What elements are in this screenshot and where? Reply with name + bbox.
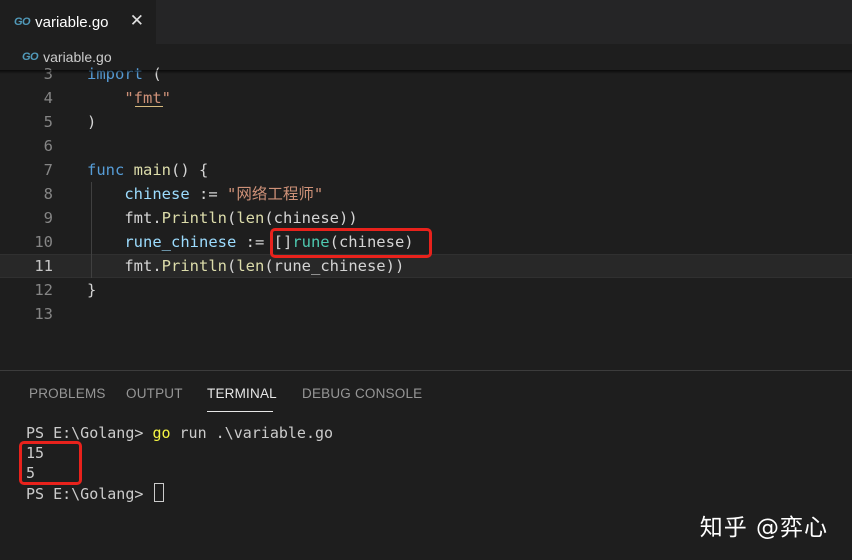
code-line[interactable]: 5) (0, 110, 852, 134)
code-line[interactable]: 9 fmt.Println(len(chinese)) (0, 206, 852, 230)
editor-tab-bar: GO variable.go ✕ (0, 0, 852, 44)
terminal-args: run .\variable.go (170, 424, 334, 442)
line-number: 13 (34, 305, 53, 323)
line-number: 12 (34, 281, 53, 299)
code-text: } (87, 281, 97, 299)
terminal-cursor (154, 483, 165, 502)
tab-label: variable.go (35, 13, 109, 31)
active-tab-indicator (207, 411, 273, 412)
line-number: 8 (43, 185, 53, 203)
terminal-command: go (152, 424, 171, 442)
code-text: ) (87, 113, 97, 131)
line-number: 4 (43, 89, 53, 107)
breadcrumb-shadow (0, 70, 852, 74)
output-highlight-box (19, 441, 82, 485)
code-line[interactable]: 4 "fmt" (0, 86, 852, 110)
tab-problems[interactable]: PROBLEMS (29, 386, 106, 401)
indent-guide (91, 182, 92, 278)
code-line[interactable]: 13 (0, 302, 852, 326)
line-number: 6 (43, 137, 53, 155)
go-file-icon: GO (14, 16, 31, 28)
code-line[interactable]: 3 import ( (0, 62, 852, 86)
terminal-prompt: PS E:\Golang> (26, 424, 153, 442)
tab-variable-go[interactable]: GO variable.go ✕ (0, 0, 156, 44)
code-line[interactable]: 12} (0, 278, 852, 302)
terminal-line-prompt[interactable]: PS E:\Golang> (26, 483, 165, 504)
code-line[interactable]: 7 func main() { (0, 158, 852, 182)
code-text: import ( (87, 65, 162, 83)
line-number: 11 (34, 257, 53, 275)
code-editor[interactable]: 3 import (4 "fmt" 5) 6 7 func main() {8 chine… (0, 62, 852, 362)
import-underline (135, 106, 163, 107)
line-number: 10 (34, 233, 53, 251)
line-number: 9 (43, 209, 53, 227)
tab-terminal[interactable]: TERMINAL (207, 386, 277, 401)
tab-output[interactable]: OUTPUT (126, 386, 183, 401)
code-highlight-box (270, 228, 432, 258)
code-text: fmt.Println(len(rune_chinese)) (87, 257, 405, 275)
code-text: chinese := "网络工程师" (124, 185, 324, 203)
terminal-prompt: PS E:\Golang> (26, 485, 153, 503)
code-line[interactable]: 6 (0, 134, 852, 158)
code-line[interactable]: 8 chinese := "网络工程师" (0, 182, 852, 206)
line-number: 7 (43, 161, 53, 179)
watermark: 知乎 @弈心 (699, 515, 828, 541)
line-number: 3 (43, 65, 53, 83)
tab-debug-console[interactable]: DEBUG CONSOLE (302, 386, 422, 401)
terminal-line-command: PS E:\Golang> go run .\variable.go (26, 423, 333, 443)
line-number: 5 (43, 113, 53, 131)
code-text: func main() { (87, 161, 209, 179)
close-icon[interactable]: ✕ (130, 10, 144, 32)
code-text: fmt.Println(len(chinese)) (87, 209, 358, 227)
